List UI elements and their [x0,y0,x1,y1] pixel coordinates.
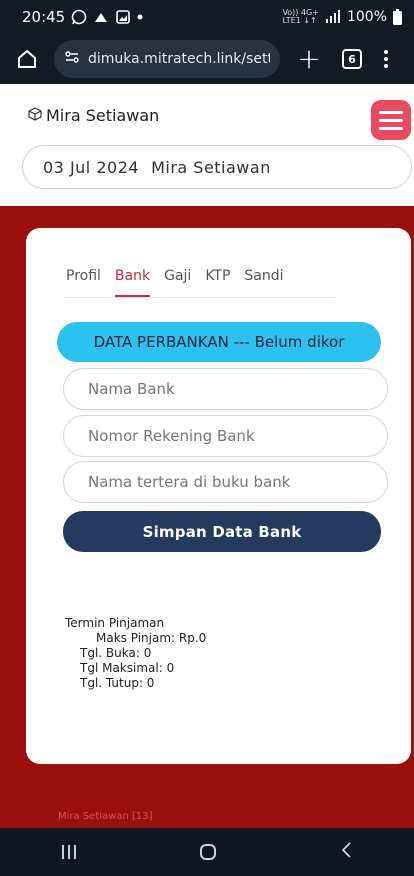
signal-icon [325,10,341,24]
network-sublabel: LTE1 ↓↑ [282,16,317,25]
tab-bank[interactable]: Bank [114,268,151,297]
network-indicator: Vo)) 4G+ LTE1 ↓↑ [282,9,319,25]
recent-apps-icon[interactable] [62,845,76,859]
url-text: dimuka.mitratech.link/settir [88,51,270,67]
new-tab-icon[interactable]: + [294,44,324,74]
current-date: 03 Jul 2024 [43,157,140,177]
bank-status-banner: DATA PERBANKAN --- Belum dikor [57,322,381,362]
status-time: 20:45 [22,8,66,26]
battery-icon [393,9,402,25]
gallery-icon [115,9,131,25]
tab-count: 6 [348,52,356,66]
loan-terms: Termin Pinjaman Maks Pinjam: Rp.0 Tgl. B… [65,616,206,691]
more-menu-icon[interactable] [384,50,388,68]
tab-gaji[interactable]: Gaji [164,268,191,297]
brand-user-name: Mira Setiawan [46,106,160,125]
site-settings-icon[interactable] [64,49,80,69]
bank-name-input[interactable] [63,368,388,410]
address-bar[interactable]: dimuka.mitratech.link/settir [54,40,280,78]
loan-terms-title: Termin Pinjaman [65,616,165,630]
tab-sandi[interactable]: Sandi [244,268,283,297]
battery-percent: 100% [346,9,387,25]
notification-icon [93,9,109,25]
home-icon[interactable] [12,44,42,74]
status-bar: 20:45 Vo)) 4G+ LTE1 ↓↑ 100% [0,0,414,34]
status-left: 20:45 [22,8,143,26]
save-bank-button[interactable]: Simpan Data Bank [63,511,381,552]
status-right: Vo)) 4G+ LTE1 ↓↑ 100% [282,9,402,25]
hamburger-icon[interactable] [371,100,411,140]
account-holder-input[interactable] [63,461,388,503]
brand[interactable]: Mira Setiawan [28,106,159,125]
tabs-icon[interactable]: 6 [342,49,362,69]
back-icon[interactable] [340,840,352,864]
browser-bar: dimuka.mitratech.link/settir + 6 [0,34,414,84]
footer-text: Mira Setiawan [13] [58,811,153,822]
loan-max: Maks Pinjam: Rp.0 [96,631,207,645]
loan-open-date: Tgl. Buka: 0 [80,646,152,660]
home-nav-icon[interactable] [200,844,216,860]
tab-profil[interactable]: Profil [66,268,101,297]
settings-card: Profil Bank Gaji KTP Sandi DATA PERBANKA… [26,228,411,764]
box-icon [28,106,42,125]
settings-tabs: Profil Bank Gaji KTP Sandi [66,268,334,298]
tab-ktp[interactable]: KTP [205,268,230,297]
date-user-pill: 03 Jul 2024 Mira Setiawan [22,145,412,189]
loan-close-date: Tgl. Tutup: 0 [80,676,155,690]
date-user-name: Mira Setiawan [151,157,271,177]
system-nav-bar [0,828,414,876]
site-header: Mira Setiawan 03 Jul 2024 Mira Setiawan [0,84,414,206]
account-number-input[interactable] [63,415,388,457]
whatsapp-icon [71,9,87,25]
more-notifications-dot [137,14,143,20]
loan-max-date: Tgl Maksimal: 0 [80,661,175,675]
